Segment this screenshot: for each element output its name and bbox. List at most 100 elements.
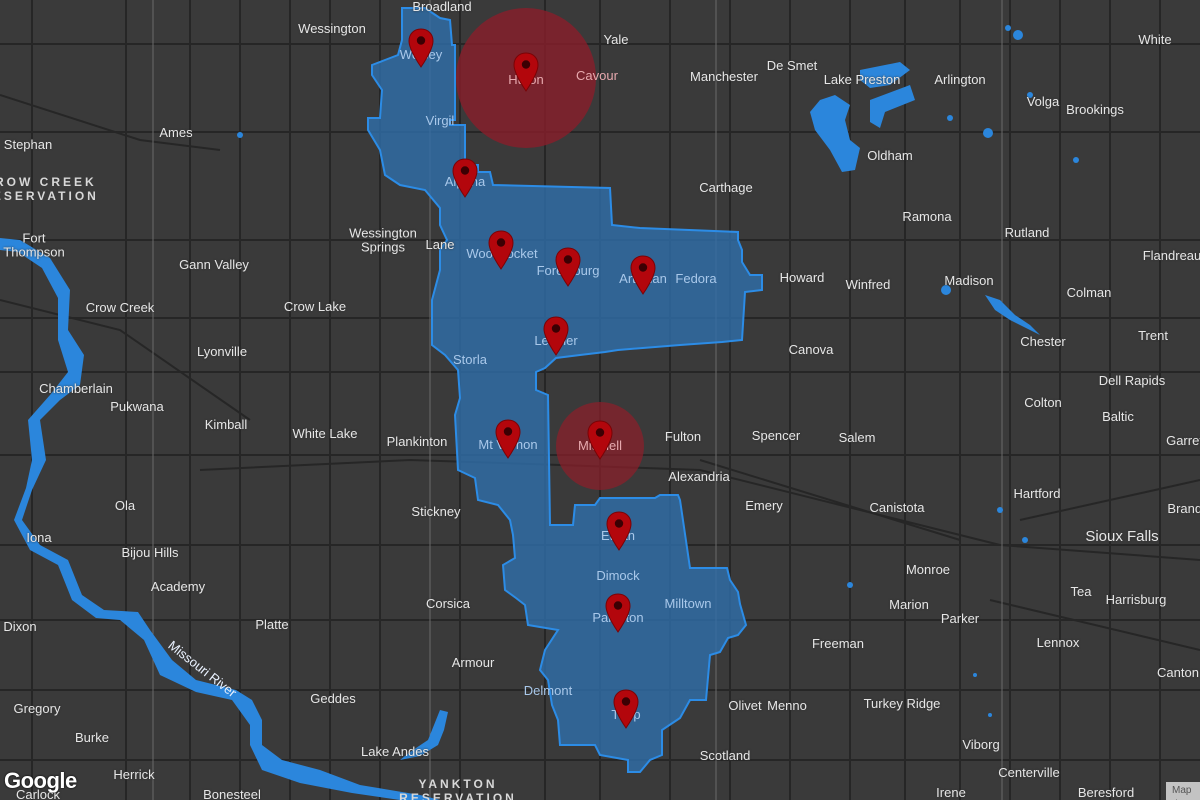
city-label: Bonesteel bbox=[203, 787, 261, 800]
city-label: Olivet bbox=[728, 698, 762, 714]
city-label: Wessington bbox=[298, 21, 366, 37]
city-label: Geddes bbox=[310, 691, 356, 707]
city-label: Gregory bbox=[13, 701, 61, 717]
city-label: Garretson bbox=[1166, 433, 1200, 449]
city-label: Platte bbox=[255, 617, 289, 633]
city-label: Harrisburg bbox=[1105, 592, 1167, 608]
city-label: Manchester bbox=[690, 69, 758, 85]
city-label: Tea bbox=[1070, 584, 1092, 600]
map-pin-icon[interactable] bbox=[587, 420, 613, 460]
city-label: Fedora bbox=[675, 271, 717, 287]
map-pin-icon[interactable] bbox=[495, 419, 521, 459]
city-label: Bijou Hills bbox=[121, 545, 179, 561]
city-label: Chester bbox=[1020, 334, 1066, 350]
city-label: Canova bbox=[788, 342, 834, 358]
city-label: Plankinton bbox=[386, 434, 448, 450]
city-label: Academy bbox=[150, 579, 206, 595]
map-pin-icon[interactable] bbox=[605, 593, 631, 633]
city-label: Oldham bbox=[867, 148, 913, 164]
city-label: Stickney bbox=[411, 504, 461, 520]
city-label: Flandreau bbox=[1142, 248, 1200, 264]
city-label: Volga bbox=[1026, 94, 1060, 110]
city-label: Dell Rapids bbox=[1098, 373, 1166, 389]
map-canvas[interactable]: Broadland Wessington Yale White De Smet Manch… bbox=[0, 0, 1200, 800]
map-pin-icon[interactable] bbox=[555, 247, 581, 287]
city-label: Storla bbox=[453, 352, 487, 368]
map-pin-icon[interactable] bbox=[543, 316, 569, 356]
city-label: Fulton bbox=[664, 429, 702, 445]
city-label: Crow Lake bbox=[283, 299, 347, 315]
city-label: Hartford bbox=[1013, 486, 1061, 502]
city-label: Milltown bbox=[664, 596, 712, 612]
city-label: Beresford bbox=[1077, 785, 1135, 800]
city-label: Irene bbox=[936, 785, 966, 800]
map-pin-icon[interactable] bbox=[513, 52, 539, 92]
city-label: Rutland bbox=[1004, 225, 1050, 241]
city-label: Ola bbox=[114, 498, 136, 514]
city-label: Brandon bbox=[1167, 501, 1200, 517]
map-pin-icon[interactable] bbox=[488, 230, 514, 270]
city-label: Colman bbox=[1066, 285, 1112, 301]
city-label: Ames bbox=[159, 125, 193, 141]
map-pin-icon[interactable] bbox=[408, 28, 434, 68]
city-label: Kimball bbox=[204, 417, 248, 433]
city-label: Lyonville bbox=[196, 344, 248, 360]
city-label: Cavour bbox=[576, 68, 618, 84]
city-label: Viborg bbox=[962, 737, 1000, 753]
city-label: Freeman bbox=[811, 636, 865, 652]
city-label: Trent bbox=[1138, 328, 1168, 344]
city-label: Virgil bbox=[425, 113, 455, 129]
city-label: Dimock bbox=[596, 568, 640, 584]
city-label: Carthage bbox=[699, 180, 753, 196]
city-label: Corsica bbox=[425, 596, 471, 612]
city-label: Marion bbox=[889, 597, 929, 613]
city-label: Wessington Springs bbox=[349, 225, 417, 254]
map-pin-icon[interactable] bbox=[452, 158, 478, 198]
city-label: Yale bbox=[603, 32, 629, 48]
city-label: Howard bbox=[779, 270, 825, 286]
city-label: Centerville bbox=[998, 765, 1060, 781]
city-label: Herrick bbox=[113, 767, 155, 783]
google-logo: Google bbox=[4, 768, 77, 793]
city-label: Armour bbox=[451, 655, 495, 671]
city-label: Iona bbox=[26, 530, 52, 546]
city-label: Broadland bbox=[412, 0, 472, 15]
city-label: Madison bbox=[944, 273, 994, 289]
city-label: Sioux Falls bbox=[1085, 528, 1159, 546]
city-label: Scotland bbox=[699, 748, 751, 764]
map-data-attribution[interactable]: Map data bbox=[1166, 782, 1200, 800]
city-label: Winfred bbox=[845, 277, 891, 293]
city-label: Arlington bbox=[934, 72, 986, 88]
city-label: Salem bbox=[838, 430, 876, 446]
city-label: Monroe bbox=[905, 562, 951, 578]
city-label: De Smet bbox=[766, 58, 818, 74]
city-label: Spencer bbox=[751, 428, 801, 444]
city-label: Canton bbox=[1157, 665, 1199, 681]
overlay-layer bbox=[367, 7, 763, 773]
city-label: Colton bbox=[1024, 395, 1062, 411]
city-label: White bbox=[1138, 32, 1172, 48]
city-label: Ramona bbox=[902, 209, 952, 225]
city-label: Chamberlain bbox=[39, 381, 113, 397]
city-label: Lennox bbox=[1036, 635, 1080, 651]
reservation-label: YANKTON RESERVATION bbox=[399, 777, 517, 800]
city-label: Menno bbox=[767, 698, 807, 714]
city-label: Pukwana bbox=[110, 399, 164, 415]
city-label: Baltic bbox=[1102, 409, 1134, 425]
city-label: Fort Thompson bbox=[3, 230, 65, 259]
map-pin-icon[interactable] bbox=[630, 255, 656, 295]
city-label: Dixon bbox=[3, 619, 37, 635]
map-pin-icon[interactable] bbox=[613, 689, 639, 729]
city-label: Brookings bbox=[1066, 102, 1124, 118]
city-label: Lake Preston bbox=[823, 72, 901, 88]
city-label: Parker bbox=[940, 611, 980, 627]
city-label: Canistota bbox=[869, 500, 925, 516]
reservation-label: CROW CREEKRESERVATION bbox=[0, 175, 99, 203]
city-label: Lake Andes bbox=[361, 744, 429, 760]
city-label: Emery bbox=[745, 498, 783, 514]
city-label: Stephan bbox=[3, 137, 53, 153]
map-pin-icon[interactable] bbox=[606, 511, 632, 551]
city-label: White Lake bbox=[292, 426, 358, 442]
city-label: Crow Creek bbox=[85, 300, 155, 316]
city-label: Delmont bbox=[523, 683, 573, 699]
